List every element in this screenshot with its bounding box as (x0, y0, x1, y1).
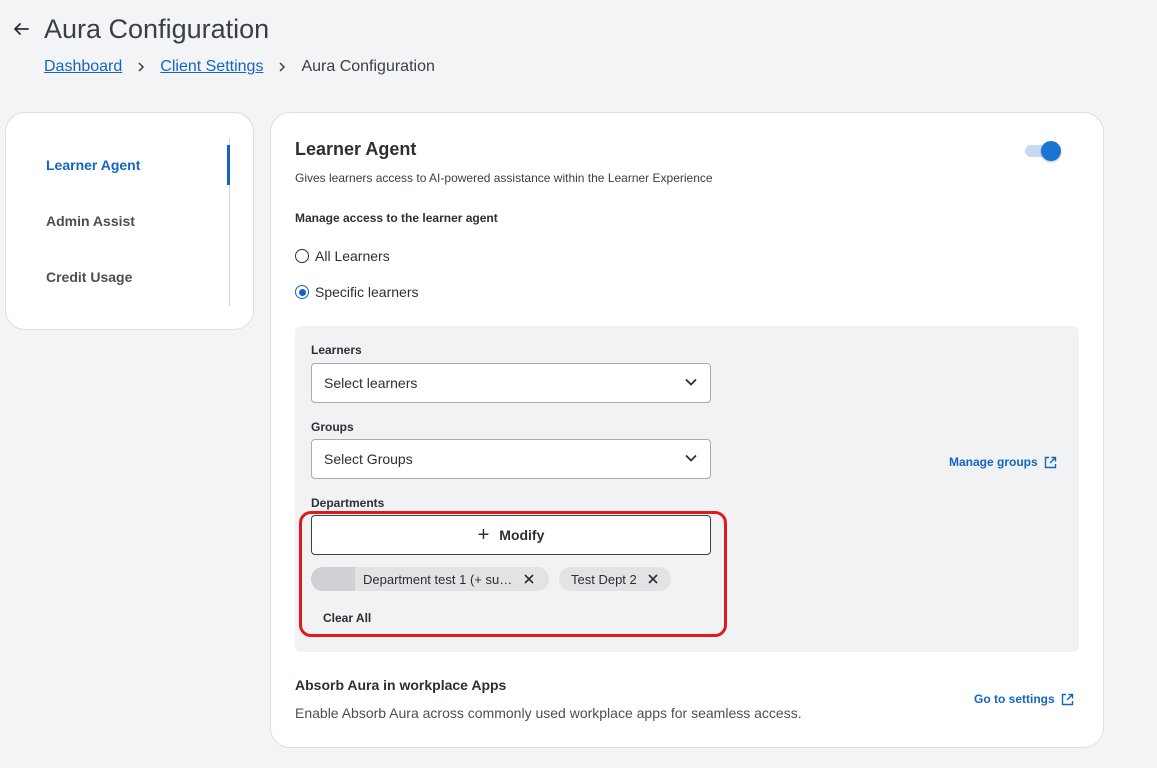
radio-checked-icon (295, 285, 309, 299)
department-chip: Department test 1 (+ su… (311, 567, 549, 591)
chip-avatar (311, 567, 355, 591)
plus-icon: + (477, 524, 490, 546)
department-chip: Test Dept 2 (559, 567, 671, 591)
learner-agent-description: Gives learners access to AI-powered assi… (295, 171, 713, 185)
breadcrumb-current: Aura Configuration (301, 58, 435, 75)
go-to-settings-link[interactable]: Go to settings (974, 692, 1074, 706)
chevron-down-icon (684, 375, 698, 392)
page-title: Aura Configuration (44, 14, 270, 44)
chip-label: Test Dept 2 (571, 571, 637, 587)
modify-departments-button[interactable]: + Modify (311, 515, 711, 555)
back-arrow-icon[interactable] (10, 18, 32, 40)
clear-all-button[interactable]: Clear All (323, 611, 371, 625)
toggle-knob (1041, 141, 1061, 161)
learner-agent-toggle[interactable] (1025, 141, 1061, 161)
sidebar-active-indicator (227, 145, 230, 185)
specific-learners-panel: Learners Select learners Groups Select G… (295, 326, 1079, 652)
chevron-down-icon (684, 451, 698, 468)
breadcrumb-dashboard-link[interactable]: Dashboard (44, 58, 122, 76)
go-to-settings-label: Go to settings (974, 692, 1055, 706)
workplace-apps-title: Absorb Aura in workplace Apps (295, 677, 507, 693)
radio-label: Specific learners (315, 284, 419, 300)
learners-select-placeholder: Select learners (324, 375, 418, 391)
learners-label: Learners (311, 343, 362, 357)
modify-label: Modify (499, 527, 545, 543)
sidebar-item-learner-agent[interactable]: Learner Agent (46, 157, 140, 173)
sidebar-item-credit-usage[interactable]: Credit Usage (46, 269, 132, 285)
radio-specific-learners[interactable]: Specific learners (295, 284, 419, 300)
groups-select[interactable]: Select Groups (311, 439, 711, 479)
sidebar-item-admin-assist[interactable]: Admin Assist (46, 213, 135, 229)
manage-groups-label: Manage groups (949, 455, 1038, 469)
radio-unchecked-icon (295, 249, 309, 263)
external-link-icon (1061, 693, 1073, 705)
radio-label: All Learners (315, 248, 390, 264)
breadcrumb: Dashboard Client Settings Aura Configura… (44, 58, 435, 76)
radio-all-learners[interactable]: All Learners (295, 248, 390, 264)
chip-label: Department test 1 (+ su… (363, 571, 513, 587)
access-label: Manage access to the learner agent (295, 211, 498, 225)
learner-agent-card: Learner Agent Gives learners access to A… (270, 112, 1104, 748)
chevron-right-icon (277, 62, 287, 72)
close-icon[interactable] (521, 571, 537, 587)
settings-sidebar: Learner Agent Admin Assist Credit Usage (5, 112, 254, 330)
external-link-icon (1044, 456, 1056, 468)
breadcrumb-client-settings-link[interactable]: Client Settings (160, 58, 263, 76)
workplace-apps-description: Enable Absorb Aura across commonly used … (295, 705, 802, 721)
chevron-right-icon (136, 62, 146, 72)
manage-groups-link[interactable]: Manage groups (949, 455, 1057, 469)
close-icon[interactable] (645, 571, 661, 587)
groups-label: Groups (311, 420, 354, 434)
departments-label: Departments (311, 496, 385, 510)
learners-select[interactable]: Select learners (311, 363, 711, 403)
groups-select-placeholder: Select Groups (324, 451, 413, 467)
learner-agent-title: Learner Agent (295, 139, 417, 159)
